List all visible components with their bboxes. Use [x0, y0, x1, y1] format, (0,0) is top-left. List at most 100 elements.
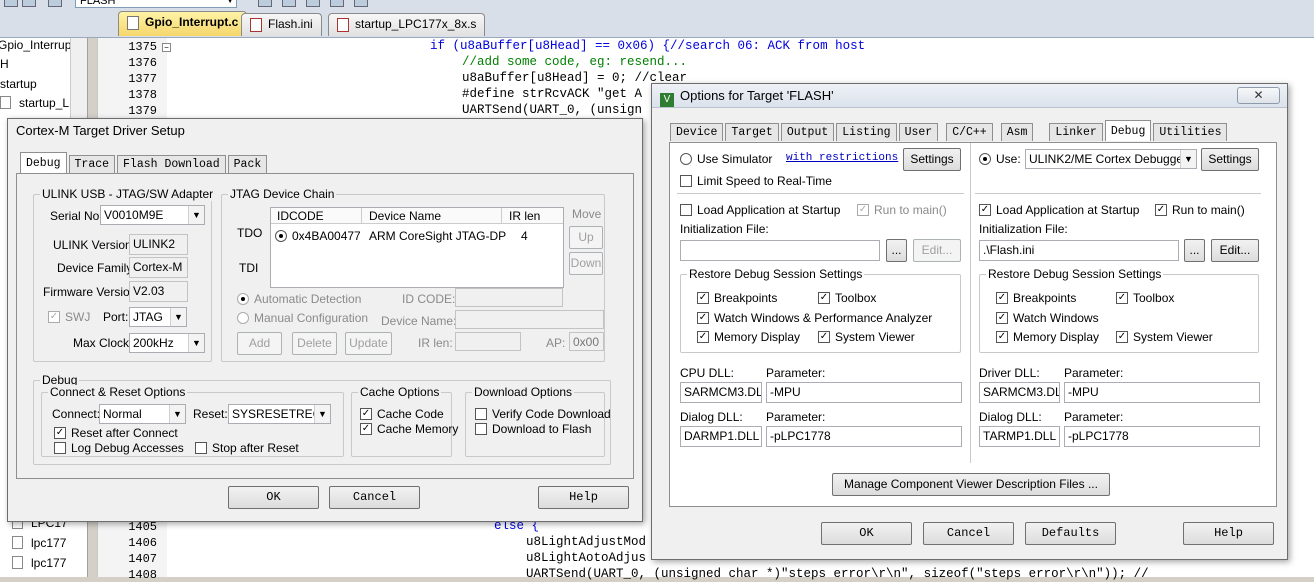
help-button[interactable]: Help: [538, 486, 629, 509]
load-app-checkbox[interactable]: ✓ Load Application at Startup: [979, 203, 1139, 217]
toolbar-button-icon[interactable]: [330, 0, 344, 7]
reset-select[interactable]: SYSRESETREQ ▼: [228, 404, 331, 424]
tab-target[interactable]: Target: [725, 123, 779, 141]
project-item[interactable]: lpc177: [12, 556, 66, 570]
port-select[interactable]: JTAG ▼: [129, 307, 187, 327]
project-item[interactable]: lpc177: [12, 536, 66, 550]
tab-utilities[interactable]: Utilities: [1153, 123, 1228, 141]
file-tab-flash-ini[interactable]: Flash.ini: [241, 13, 322, 36]
move-up-button[interactable]: Up: [569, 226, 603, 249]
limit-speed-checkbox[interactable]: Limit Speed to Real-Time: [680, 174, 832, 188]
jtag-device-table[interactable]: IDCODE Device Name IR len 0x4BA00477 ARM…: [270, 207, 564, 288]
table-row[interactable]: 0x4BA00477: [275, 229, 361, 243]
ap-field[interactable]: 0x00: [569, 332, 604, 351]
device-name-field[interactable]: [455, 310, 604, 329]
tab-trace[interactable]: Trace: [68, 155, 116, 173]
file-tab-gpio-interrupt[interactable]: Gpio_Interrupt.c: [118, 11, 248, 36]
tab-pack[interactable]: Pack: [227, 155, 268, 173]
project-item[interactable]: H: [0, 57, 9, 71]
toolbar-button-icon[interactable]: [354, 0, 368, 7]
help-button[interactable]: Help: [1183, 522, 1274, 545]
project-item[interactable]: Gpio_Interrup: [0, 38, 71, 52]
tab-flash-download[interactable]: Flash Download: [117, 155, 226, 173]
swj-checkbox[interactable]: ✓ SWJ: [48, 310, 90, 324]
run-to-main-checkbox-sim[interactable]: ✓ Run to main(): [857, 203, 947, 217]
watch-windows-checkbox-sim[interactable]: ✓ Watch Windows & Performance Analyzer: [697, 311, 932, 325]
fold-toggle[interactable]: −: [162, 43, 171, 52]
breakpoints-checkbox[interactable]: ✓ Breakpoints: [996, 291, 1076, 305]
tab-asm[interactable]: Asm: [1000, 123, 1034, 141]
log-debug-accesses-checkbox[interactable]: Log Debug Accesses: [54, 441, 184, 455]
target-select[interactable]: FLASH: [75, 0, 237, 8]
tab-device[interactable]: Device: [670, 123, 724, 141]
browse-button-sim[interactable]: ...: [886, 239, 907, 262]
driver-dll-input[interactable]: SARMCM3.DLL: [979, 382, 1060, 403]
cache-memory-checkbox[interactable]: ✓ Cache Memory: [360, 422, 458, 436]
delete-button[interactable]: Delete: [292, 332, 337, 355]
defaults-button[interactable]: Defaults: [1025, 522, 1116, 545]
system-viewer-checkbox-sim[interactable]: ✓ System Viewer: [818, 330, 915, 344]
ok-button[interactable]: OK: [821, 522, 912, 545]
tab-listing[interactable]: Listing: [836, 123, 897, 141]
simulator-settings-button[interactable]: Settings: [903, 148, 961, 171]
cache-code-checkbox[interactable]: ✓ Cache Code: [360, 407, 444, 421]
automatic-detection-radio[interactable]: Automatic Detection: [237, 292, 361, 306]
with-restrictions-link[interactable]: with restrictions: [786, 152, 898, 164]
driver-param-input[interactable]: -MPU: [1064, 382, 1260, 403]
tab-user[interactable]: User: [898, 123, 939, 141]
use-simulator-radio[interactable]: Use Simulator: [680, 152, 772, 166]
project-item[interactable]: startup: [0, 77, 37, 91]
toolbar-button-icon[interactable]: [258, 0, 272, 7]
breakpoints-checkbox-sim[interactable]: ✓ Breakpoints: [697, 291, 777, 305]
serial-no-select[interactable]: V0010M9E ▼: [100, 205, 205, 225]
init-file-input[interactable]: .\Flash.ini: [979, 240, 1179, 261]
memory-display-checkbox-sim[interactable]: ✓ Memory Display: [697, 330, 800, 344]
file-tab-startup[interactable]: startup_LPC177x_8x.s: [328, 13, 486, 36]
dialog-param-input[interactable]: -pLPC1778: [1064, 426, 1260, 447]
id-code-field[interactable]: [455, 288, 563, 307]
toolbox-checkbox[interactable]: ✓ Toolbox: [1116, 291, 1174, 305]
browse-button[interactable]: ...: [1184, 239, 1205, 262]
ok-button[interactable]: OK: [228, 486, 319, 509]
use-debugger-radio[interactable]: Use:: [979, 152, 1021, 166]
toolbar-button-icon[interactable]: [22, 0, 36, 7]
tab-debug[interactable]: Debug: [20, 152, 67, 173]
load-app-checkbox-sim[interactable]: Load Application at Startup: [680, 203, 840, 217]
cpu-dll-input[interactable]: SARMCM3.DLL: [680, 382, 762, 403]
ir-len-field[interactable]: [455, 332, 521, 351]
cancel-button[interactable]: Cancel: [923, 522, 1014, 545]
project-item[interactable]: startup_LP: [0, 96, 77, 110]
debugger-settings-button[interactable]: Settings: [1201, 148, 1259, 171]
toolbar-button-icon[interactable]: [4, 0, 18, 7]
tab-output[interactable]: Output: [780, 123, 835, 141]
debugger-select[interactable]: ULINK2/ME Cortex Debugger ▼: [1025, 149, 1197, 169]
verify-code-download-checkbox[interactable]: Verify Code Download: [475, 407, 611, 421]
toolbar-button-icon[interactable]: [48, 0, 62, 7]
stop-after-reset-checkbox[interactable]: Stop after Reset: [195, 441, 299, 455]
reset-after-connect-checkbox[interactable]: ✓ Reset after Connect: [54, 426, 178, 440]
system-viewer-checkbox[interactable]: ✓ System Viewer: [1116, 330, 1213, 344]
init-file-input-sim[interactable]: [680, 240, 880, 261]
dialog-param-input-sim[interactable]: -pLPC1778: [766, 426, 962, 447]
max-clock-select[interactable]: 200kHz ▼: [129, 333, 205, 353]
move-down-button[interactable]: Down: [569, 252, 603, 275]
run-to-main-checkbox[interactable]: ✓ Run to main(): [1155, 203, 1245, 217]
update-button[interactable]: Update: [345, 332, 392, 355]
cancel-button[interactable]: Cancel: [329, 486, 420, 509]
dialog-dll-input-sim[interactable]: DARMP1.DLL: [680, 426, 762, 447]
download-to-flash-checkbox[interactable]: Download to Flash: [475, 422, 591, 436]
edit-button-sim[interactable]: Edit...: [913, 239, 961, 262]
tab-cpp[interactable]: C/C++: [946, 123, 993, 141]
toolbar-button-icon[interactable]: [282, 0, 296, 7]
edit-button[interactable]: Edit...: [1211, 239, 1259, 262]
cpu-param-input[interactable]: -MPU: [766, 382, 962, 403]
tab-linker[interactable]: Linker: [1049, 123, 1103, 141]
tab-debug[interactable]: Debug: [1104, 120, 1152, 141]
watch-windows-checkbox[interactable]: ✓ Watch Windows: [996, 311, 1099, 325]
dialog-dll-input[interactable]: TARMP1.DLL: [979, 426, 1060, 447]
manage-component-viewer-button[interactable]: Manage Component Viewer Description File…: [832, 473, 1110, 496]
toolbar-button-icon[interactable]: [306, 0, 320, 7]
manual-configuration-radio[interactable]: Manual Configuration: [237, 311, 368, 325]
toolbox-checkbox-sim[interactable]: ✓ Toolbox: [818, 291, 876, 305]
memory-display-checkbox[interactable]: ✓ Memory Display: [996, 330, 1099, 344]
